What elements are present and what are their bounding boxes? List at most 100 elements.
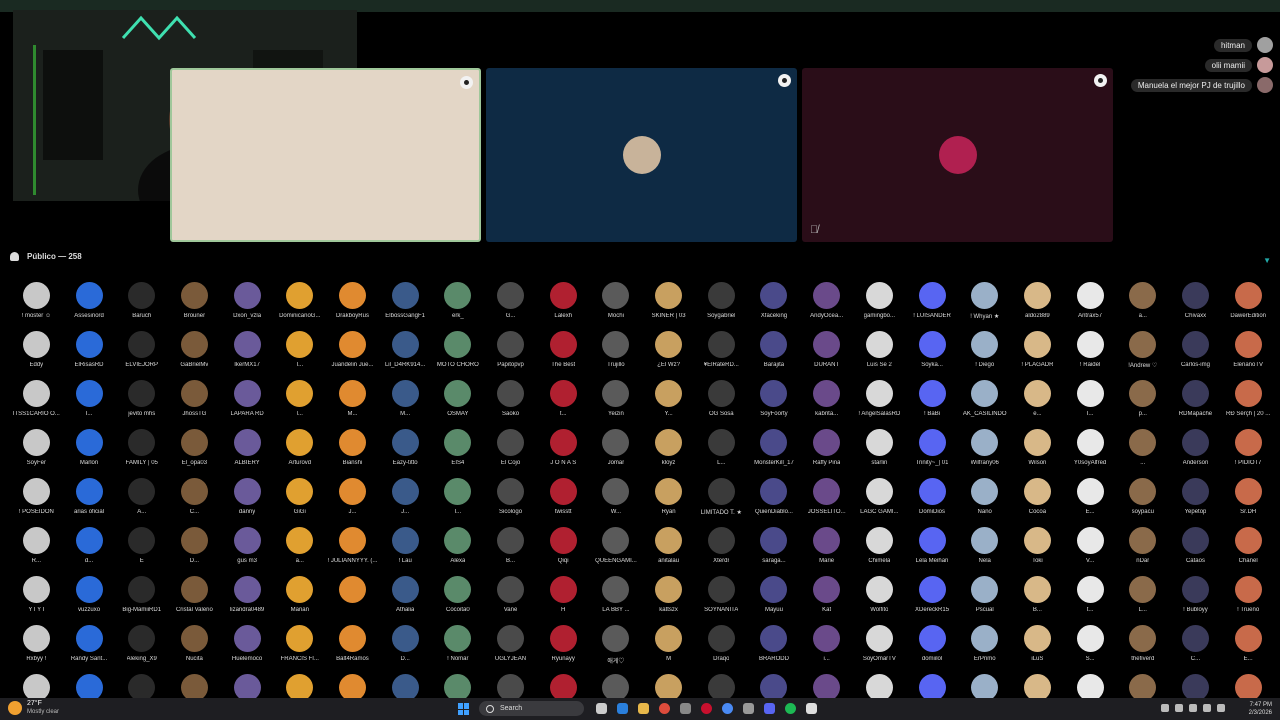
audience-member[interactable]: ¥ElRateRD... [695, 329, 748, 378]
audience-member[interactable]: Athalia [379, 574, 432, 623]
discord-icon[interactable] [764, 703, 775, 714]
audience-member[interactable]: thefiverd [1116, 623, 1169, 672]
audience-member[interactable]: nDar [1116, 525, 1169, 574]
audience-member[interactable]: ITSS1CARIO O... [10, 378, 63, 427]
audience-member[interactable]: kabrita... [800, 378, 853, 427]
audience-member[interactable]: p... [1116, 378, 1169, 427]
audience-member[interactable]: DomiDios [906, 476, 959, 525]
audience-member[interactable]: t... [537, 378, 590, 427]
audience-member[interactable]: Yeizin [590, 378, 643, 427]
audience-member[interactable]: Cataos [1169, 525, 1222, 574]
audience-member[interactable]: ! Lau [379, 525, 432, 574]
audience-member[interactable]: MonsterKill_17 [748, 427, 801, 476]
audience-member[interactable]: kloyz [642, 427, 695, 476]
audience-member[interactable]: RÐ Šërçh | 20 ... [1222, 378, 1275, 427]
audience-member[interactable]: ! PIDIOT7 [1222, 427, 1275, 476]
audience-member[interactable]: ! Trueno [1222, 574, 1275, 623]
audience-member[interactable]: Wilfrany06 [958, 427, 1011, 476]
app-icon[interactable] [743, 703, 754, 714]
audience-member[interactable]: LAGC GAMI... [853, 476, 906, 525]
audience-member[interactable]: iLuS [1011, 623, 1064, 672]
audience-member[interactable]: AK_CASILINDO [958, 378, 1011, 427]
audience-member[interactable]: Vane [484, 574, 537, 623]
audience-member[interactable]: Chanel [1222, 525, 1275, 574]
audience-member[interactable]: MOTO CHORO [432, 329, 485, 378]
audience-member[interactable] [63, 672, 116, 698]
audience-member[interactable]: Saoko [484, 378, 537, 427]
audience-member[interactable]: Lalexh [537, 280, 590, 329]
audience-member[interactable]: Lela Meihan [906, 525, 959, 574]
audience-member[interactable]: FAMILY | 05 [115, 427, 168, 476]
audience-member[interactable]: saraga... [748, 525, 801, 574]
audience-member[interactable]: QUEENGAMI... [590, 525, 643, 574]
audience-member[interactable]: J... [326, 476, 379, 525]
audience-member[interactable]: aldo2889 [1011, 280, 1064, 329]
weather-widget[interactable]: 27°F Mostly clear [8, 700, 59, 716]
audience-member[interactable] [432, 672, 485, 698]
opera-icon[interactable] [701, 703, 712, 714]
audience-member[interactable]: LAPARA RD [221, 378, 274, 427]
audience-member[interactable]: JhossTG [168, 378, 221, 427]
audience-member[interactable]: SoyOmarTV [853, 623, 906, 672]
audience-member[interactable]: LIMITADO T. ★ [695, 476, 748, 525]
audience-member[interactable]: Marian [273, 574, 326, 623]
audience-member[interactable] [1011, 672, 1064, 698]
audience-member[interactable]: Aleking_X9 [115, 623, 168, 672]
audience-member[interactable]: Sicologo [484, 476, 537, 525]
audience-member[interactable] [326, 574, 379, 623]
audience-member[interactable]: Soygabriel [695, 280, 748, 329]
audience-member[interactable]: DrakboyRus [326, 280, 379, 329]
audience-member[interactable]: IkerMX17 [221, 329, 274, 378]
audience-member[interactable]: Big-MamiiRD1 [115, 574, 168, 623]
audience-member[interactable]: Y... [642, 378, 695, 427]
audience-member[interactable]: Chimela [853, 525, 906, 574]
stage-speaker-card-1[interactable] [170, 68, 481, 242]
start-button[interactable] [458, 703, 470, 715]
audience-member[interactable]: ! LUISANDER [906, 280, 959, 329]
audience-member[interactable]: Kat [800, 574, 853, 623]
audience-member[interactable]: Cocoa [1011, 476, 1064, 525]
audience-member[interactable]: Xfaceking [748, 280, 801, 329]
audience-member[interactable]: GaBrielMv [168, 329, 221, 378]
audience-member[interactable]: AndyOcea... [800, 280, 853, 329]
audience-member[interactable]: Nela [958, 525, 1011, 574]
audience-member[interactable] [1169, 672, 1222, 698]
audience-member[interactable]: kattszx [642, 574, 695, 623]
audience-member[interactable]: Antrax57 [1064, 280, 1117, 329]
audience-member[interactable]: M [642, 623, 695, 672]
audience-member[interactable]: Qiqi [537, 525, 590, 574]
audience-member[interactable]: RDMapache [1169, 378, 1222, 427]
audience-member[interactable]: starlin [853, 427, 906, 476]
audience-member[interactable]: gamingbo... [853, 280, 906, 329]
audience-member[interactable] [800, 672, 853, 698]
audience-member[interactable]: ELVIEJORP [115, 329, 168, 378]
audience-member[interactable]: H [537, 574, 590, 623]
audience-member[interactable]: Trinity~_| 01 [906, 427, 959, 476]
audience-member[interactable]: J... [379, 476, 432, 525]
audience-member[interactable] [273, 672, 326, 698]
audience-member[interactable]: ! Diego [958, 329, 1011, 378]
audience-member[interactable]: Marie [800, 525, 853, 574]
audience-member[interactable]: ! PLAGADR [1011, 329, 1064, 378]
audience-member[interactable]: ! Raidel [1064, 329, 1117, 378]
audience-member[interactable] [695, 672, 748, 698]
audience-member[interactable]: l... [273, 378, 326, 427]
audience-member[interactable]: JOSSELITO... [800, 476, 853, 525]
audience-member[interactable] [590, 672, 643, 698]
audience-member[interactable]: I... [273, 329, 326, 378]
audience-member[interactable]: ! BaBi [906, 378, 959, 427]
audience-member[interactable]: Ryunayy [537, 623, 590, 672]
app-icon[interactable] [680, 703, 691, 714]
audience-member[interactable]: arias oficial [63, 476, 116, 525]
audience-member[interactable]: Arturovd [273, 427, 326, 476]
audience-member[interactable]: SoyFoorty [748, 378, 801, 427]
audience-member[interactable] [748, 672, 801, 698]
audience-member[interactable]: Ryan [642, 476, 695, 525]
audience-member[interactable]: L... [695, 427, 748, 476]
edge-icon[interactable] [617, 703, 628, 714]
audience-member[interactable]: Eddy [10, 329, 63, 378]
audience-member[interactable]: A... [115, 476, 168, 525]
browser-icon[interactable] [722, 703, 733, 714]
audience-member[interactable]: Soyka... [906, 329, 959, 378]
audience-member[interactable]: DawerEdition [1222, 280, 1275, 329]
